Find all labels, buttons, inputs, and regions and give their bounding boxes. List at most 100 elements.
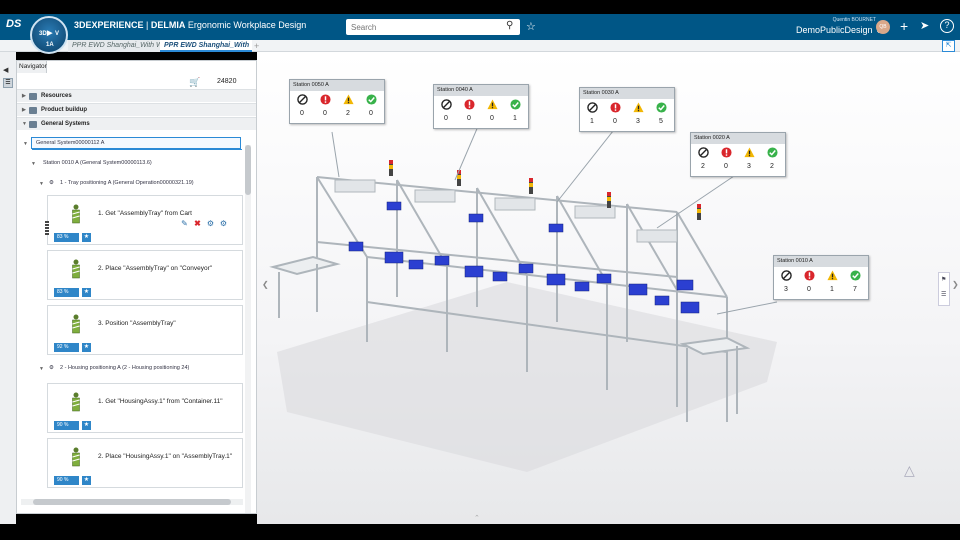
brand-name: 3DEXPERIENCE bbox=[74, 20, 144, 30]
tree-station-label[interactable]: Station 0010 A (General System00000113.6… bbox=[43, 160, 152, 166]
task-card-5[interactable]: 2. Place "HousingAssy.1" on "AssemblyTra… bbox=[47, 438, 243, 488]
worker-icon bbox=[72, 392, 80, 412]
blocked-icon bbox=[586, 102, 598, 113]
task-card-2[interactable]: 2. Place "AssemblyTray" on "Conveyor" 83… bbox=[47, 250, 243, 300]
chevron-left-icon[interactable]: ❮ bbox=[262, 280, 269, 289]
ok-icon bbox=[509, 99, 521, 110]
ergo-score-badge: 90 % bbox=[54, 421, 79, 430]
axis-triad-icon[interactable]: △ bbox=[904, 462, 915, 479]
tree-root-system[interactable]: General System00000112 A bbox=[31, 137, 242, 150]
horizontal-scrollbar[interactable] bbox=[21, 499, 243, 505]
right-side-toolbar: ⚑ ☰ bbox=[938, 272, 950, 306]
chevron-down-icon[interactable]: ▼ bbox=[39, 181, 44, 187]
ds-logo[interactable]: DS bbox=[6, 18, 21, 30]
star-icon[interactable]: ★ bbox=[82, 343, 91, 352]
ok-count: 0 bbox=[369, 110, 373, 117]
ok-count: 5 bbox=[659, 118, 663, 125]
tree-operation-2-label[interactable]: 2 - Housing positioning A (2 - Housing p… bbox=[60, 365, 189, 371]
star-icon[interactable]: ★ bbox=[82, 476, 91, 485]
task-card-4[interactable]: 1. Get "HousingAssy.1" from "Container.1… bbox=[47, 383, 243, 433]
flag-icon[interactable]: ⚑ bbox=[941, 276, 949, 284]
worker-icon bbox=[72, 204, 80, 224]
cart-icon[interactable]: 🛒 bbox=[189, 77, 200, 88]
navigator-panel: Navigator 🛒 24820 ▶ Resources ▶ Product bu… bbox=[16, 60, 257, 514]
task-title: 3. Position "AssemblyTray" bbox=[98, 320, 176, 327]
list-icon[interactable]: ☰ bbox=[941, 291, 949, 299]
blocked-icon bbox=[440, 99, 452, 110]
blocked-count: 0 bbox=[444, 115, 448, 122]
chevron-down-icon: ▼ bbox=[22, 121, 27, 127]
tree-view-icon[interactable]: ☰ bbox=[3, 78, 13, 88]
task-title: 2. Place "AssemblyTray" on "Conveyor" bbox=[98, 265, 213, 272]
station-panel-0050[interactable]: Station 0050 A 0 0 2 0 bbox=[289, 79, 385, 124]
error-count: 0 bbox=[613, 118, 617, 125]
station-name: Station 0010 A bbox=[774, 256, 868, 267]
share-icon[interactable]: ➤ bbox=[920, 18, 929, 34]
tab-ppr-1[interactable]: PPR EWD Shanghai_With W bbox=[68, 40, 160, 52]
scrollbar-thumb[interactable] bbox=[33, 499, 231, 505]
delete-icon[interactable]: ✖ bbox=[192, 218, 203, 229]
task-card-toolbar: ✎ ✖ ⚙ ⚙ bbox=[179, 218, 233, 230]
settings-icon[interactable]: ⚙ bbox=[205, 218, 216, 229]
chevron-down-icon[interactable]: ▼ bbox=[23, 141, 28, 147]
tree-operation-1-label[interactable]: 1 - Tray positioning A (General Operatio… bbox=[60, 180, 194, 186]
section-resources[interactable]: ▶ Resources bbox=[17, 89, 256, 102]
section-general-systems[interactable]: ▼ General Systems bbox=[17, 117, 256, 130]
ok-icon bbox=[655, 102, 667, 113]
play-icon: ▶ bbox=[47, 30, 53, 37]
edit-icon[interactable]: ✎ bbox=[179, 218, 190, 229]
tree-root-label: General System00000112 A bbox=[36, 140, 105, 146]
star-icon[interactable]: ★ bbox=[82, 288, 91, 297]
collab-space-selector[interactable]: DemoPublicDesign ⌄ bbox=[796, 25, 883, 36]
section-product-buildup[interactable]: ▶ Product buildup bbox=[17, 103, 256, 116]
resources-icon bbox=[29, 93, 37, 100]
drag-handle-icon[interactable] bbox=[45, 221, 49, 235]
options-icon[interactable]: ⚙ bbox=[218, 218, 229, 229]
warning-icon bbox=[826, 270, 838, 281]
compass-widget[interactable]: 3D V 1A ▶ bbox=[30, 16, 68, 54]
star-icon[interactable]: ★ bbox=[82, 421, 91, 430]
add-tab-icon[interactable]: + bbox=[254, 40, 259, 52]
star-icon[interactable]: ★ bbox=[82, 233, 91, 242]
station-panel-0010[interactable]: Station 0010 A 3 0 1 7 bbox=[773, 255, 869, 300]
error-icon bbox=[319, 94, 331, 105]
warning-icon bbox=[632, 102, 644, 113]
station-signs bbox=[334, 179, 678, 243]
3d-viewport[interactable]: Station 0050 A 0 0 2 0 Station 0040 A 0 … bbox=[257, 52, 960, 524]
add-icon[interactable]: + bbox=[900, 18, 908, 34]
station-name: Station 0040 A bbox=[434, 85, 528, 96]
tag-icon[interactable]: ☆ bbox=[526, 20, 536, 33]
avatar[interactable]: QB bbox=[876, 20, 890, 34]
section-label: Product buildup bbox=[41, 107, 87, 113]
worker-icon bbox=[72, 314, 80, 334]
chevron-down-icon[interactable]: ▼ bbox=[39, 366, 44, 372]
scrollbar-thumb[interactable] bbox=[245, 145, 251, 195]
app-window: DS 3DEXPERIENCE | DELMIA Ergonomic Workp… bbox=[0, 0, 960, 540]
error-icon bbox=[609, 102, 621, 113]
vertical-scrollbar[interactable] bbox=[245, 145, 251, 513]
station-panel-0030[interactable]: Station 0030 A 1 0 3 5 bbox=[579, 87, 675, 132]
product-icon bbox=[29, 107, 37, 114]
fullscreen-icon[interactable]: ⇱ bbox=[942, 40, 955, 52]
section-label: General Systems bbox=[41, 121, 90, 127]
ergo-score-badge: 83 % bbox=[54, 288, 79, 297]
bottom-ribbon-handle-icon[interactable]: ⌃ bbox=[474, 514, 480, 522]
tab-bar: PPR EWD Shanghai_With W PPR EWD Shanghai… bbox=[0, 40, 960, 52]
tab-ppr-2-active[interactable]: PPR EWD Shanghai_With bbox=[160, 40, 252, 52]
search-input[interactable] bbox=[346, 19, 520, 35]
chevron-right-icon: ▶ bbox=[22, 93, 26, 99]
ergo-score-badge: 83 % bbox=[54, 233, 79, 242]
help-icon[interactable]: ? bbox=[940, 19, 954, 33]
collapse-icon[interactable]: ◀ bbox=[3, 66, 13, 76]
system-icon bbox=[29, 121, 37, 128]
task-card-3[interactable]: 3. Position "AssemblyTray" 92 % ★ bbox=[47, 305, 243, 355]
navigator-tab[interactable]: Navigator bbox=[17, 61, 47, 73]
ok-icon bbox=[849, 270, 861, 281]
warning-count: 3 bbox=[747, 163, 751, 170]
chevron-down-icon[interactable]: ▼ bbox=[31, 161, 36, 167]
station-panel-0020[interactable]: Station 0020 A 2 0 3 2 bbox=[690, 132, 786, 177]
ok-icon bbox=[766, 147, 778, 158]
station-panel-0040[interactable]: Station 0040 A 0 0 0 1 bbox=[433, 84, 529, 129]
search-icon[interactable]: ⚲ bbox=[506, 21, 516, 31]
chevron-right-icon[interactable]: ❯ bbox=[952, 280, 959, 289]
